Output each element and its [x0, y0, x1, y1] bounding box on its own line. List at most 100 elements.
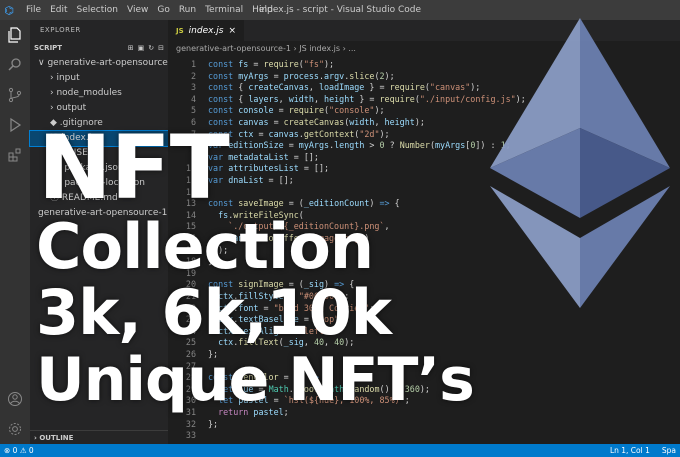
new-folder-icon[interactable]: ▣	[138, 40, 145, 56]
line-number: 6	[190, 117, 196, 127]
line-number: 28	[185, 372, 196, 383]
code-line[interactable]: var dnaList = [];	[208, 175, 294, 185]
file-tree-item[interactable]: › output	[30, 101, 168, 116]
tab-index-js[interactable]: JS index.js ×	[168, 20, 245, 41]
line-number: 29	[185, 383, 196, 394]
file-tree-item[interactable]: ◆ .gitignore	[30, 116, 168, 131]
code-line[interactable]: var metadataList = [];	[208, 152, 319, 162]
code-line[interactable]: );	[208, 245, 228, 255]
line-number: 15	[185, 221, 196, 232]
menu-file[interactable]: File	[26, 5, 41, 15]
code-line[interactable]: ctx.fillStyle = "#000000";	[208, 291, 349, 301]
file-tree-item[interactable]: {} package-lock.json	[30, 176, 168, 191]
menu-terminal[interactable]: Terminal	[205, 5, 243, 15]
code-line[interactable]: ctx.textBaseline = "top";	[208, 314, 344, 324]
file-tree-item[interactable]: › input	[30, 71, 168, 86]
line-number: 20	[185, 279, 196, 290]
code-line[interactable]: const genColor = () => {	[208, 372, 329, 382]
activity-bar	[0, 20, 30, 444]
files-icon[interactable]	[0, 20, 30, 50]
file-tree-item[interactable]: ∨ generative-art-opensource-1	[30, 56, 168, 71]
line-number: 10	[185, 163, 196, 174]
line-number: 30	[185, 395, 196, 406]
code-line[interactable]: return pastel;	[208, 407, 289, 417]
file-tree-item[interactable]: LICENSE	[30, 146, 168, 161]
code-line[interactable]: };	[208, 349, 218, 359]
file-tree-item[interactable]: generative-art-opensource-1.z...	[30, 206, 168, 221]
code-line[interactable]: let hue = Math.floor(Math.random() * 360…	[208, 384, 430, 394]
code-line[interactable]: const ctx = canvas.getContext("2d");	[208, 129, 390, 139]
refresh-icon[interactable]: ↻	[148, 40, 154, 56]
line-number: 18	[185, 256, 196, 267]
line-number: 9	[190, 151, 196, 162]
line-number: 24	[185, 325, 196, 336]
menu-run[interactable]: Run	[179, 5, 196, 15]
indentation-status[interactable]: Spa	[662, 446, 676, 455]
line-number: 23	[185, 314, 196, 325]
file-tree-item[interactable]: JS index.js	[29, 130, 169, 147]
code-line[interactable]: const { createCanvas, loadImage } = requ…	[208, 82, 480, 92]
run-debug-icon[interactable]	[0, 110, 30, 140]
cursor-position[interactable]: Ln 1, Col 1	[610, 446, 650, 455]
code-line[interactable]: const signImage = (_sig) => {	[208, 279, 354, 289]
code-line[interactable]: const { layers, width, height } = requir…	[208, 94, 526, 104]
line-number: 21	[185, 291, 196, 301]
tab-label: index.js	[188, 25, 224, 36]
source-control-icon[interactable]	[0, 80, 30, 110]
line-number: 2	[190, 70, 196, 81]
settings-gear-icon[interactable]	[0, 414, 30, 444]
code-line[interactable]: const canvas = createCanvas(width, heigh…	[208, 117, 425, 127]
outline-title: OUTLINE	[39, 434, 74, 442]
line-number: 32	[185, 418, 196, 429]
workspace-section-title: SCRIPT	[34, 44, 63, 52]
menu-help[interactable]: Help	[252, 5, 273, 15]
workspace-section[interactable]: SCRIPT ⊞ ▣ ↻ ⊟	[30, 40, 168, 56]
code-line[interactable]: const fs = require("fs");	[208, 59, 334, 69]
problems-status[interactable]: ⊗ 0 ⚠ 0	[4, 446, 34, 455]
code-line[interactable]: var attributesList = [];	[208, 163, 329, 173]
menu-selection[interactable]: Selection	[77, 5, 118, 15]
line-number: 33	[185, 430, 196, 441]
code-line[interactable]: };	[208, 256, 218, 266]
code-line[interactable]: ctx.fillText(_sig, 40, 40);	[208, 337, 354, 347]
line-number: 26	[185, 349, 196, 359]
line-number: 27	[185, 360, 196, 371]
line-number: 19	[185, 267, 196, 278]
code-line[interactable]: `./output/${_editionCount}.png`,	[208, 221, 389, 231]
line-number: 1	[190, 59, 196, 69]
close-icon[interactable]: ×	[229, 26, 237, 36]
code-line[interactable]: ctx.font = "bold 30pt Courier";	[208, 303, 374, 313]
js-file-icon: JS	[176, 26, 184, 35]
new-file-icon[interactable]: ⊞	[128, 40, 134, 56]
outline-section[interactable]: › OUTLINE	[30, 430, 168, 444]
code-line[interactable]: ctx.textAlign = "left";	[208, 326, 334, 336]
menu-edit[interactable]: Edit	[50, 5, 67, 15]
code-line[interactable]: var editionSize = myArgs.length > 0 ? Nu…	[208, 140, 511, 150]
account-icon[interactable]	[0, 384, 30, 414]
menu-bar: File Edit Selection View Go Run Terminal Help	[18, 5, 273, 15]
code-line[interactable]: fs.writeFileSync(	[208, 210, 304, 220]
line-number: 17	[185, 244, 196, 255]
code-line[interactable]: };	[208, 419, 218, 429]
vscode-logo-icon: ⌬	[4, 3, 14, 17]
menu-view[interactable]: View	[127, 5, 148, 15]
code-line[interactable]: let pastel = `hsl(${hue}, 100%, 85%)`;	[208, 395, 410, 405]
file-tree-item[interactable]: ⓘ README.md	[30, 191, 168, 206]
extensions-icon[interactable]	[0, 140, 30, 170]
line-number: 16	[185, 233, 196, 243]
code-line[interactable]: const saveImage = (_editionCount) => {	[208, 198, 400, 208]
search-icon[interactable]	[0, 50, 30, 80]
line-number: 22	[185, 302, 196, 313]
status-bar: ⊗ 0 ⚠ 0 Ln 1, Col 1 Spa	[0, 444, 680, 457]
line-number: 14	[185, 209, 196, 220]
code-line[interactable]: canvas.toBuffer("image/png")	[208, 233, 369, 243]
collapse-all-icon[interactable]: ⊟	[158, 40, 164, 56]
code-line[interactable]: const myArgs = process.argv.slice(2);	[208, 71, 395, 81]
menu-go[interactable]: Go	[157, 5, 169, 15]
file-tree-item[interactable]: › node_modules	[30, 86, 168, 101]
line-number: 31	[185, 407, 196, 417]
line-number: 11	[185, 175, 196, 185]
file-tree-item[interactable]: {} package.json	[30, 161, 168, 176]
line-number: 12	[185, 186, 196, 197]
code-line[interactable]: const console = require("console");	[208, 105, 385, 115]
